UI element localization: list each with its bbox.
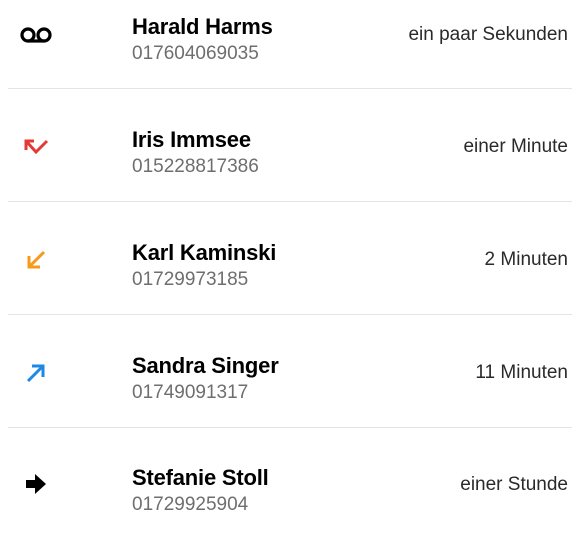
call-time: einer Stunde xyxy=(460,474,568,495)
contact-number: 01729973185 xyxy=(132,269,249,290)
call-time: 2 Minuten xyxy=(484,249,568,270)
contact-name: Stefanie Stoll xyxy=(132,465,269,490)
call-time: 11 Minuten xyxy=(475,362,568,383)
call-log-list: Harald Harms 017604069035 ein paar Sekun… xyxy=(0,0,580,518)
contact-number: 01729925904 xyxy=(132,494,249,515)
contact-number: 015228817386 xyxy=(132,156,259,177)
call-time: ein paar Sekunden xyxy=(408,24,568,45)
contact-number: 017604069035 xyxy=(132,43,259,64)
contact-number: 01749091317 xyxy=(132,382,249,403)
call-time: einer Minute xyxy=(463,136,568,157)
outgoing-call-icon xyxy=(20,357,52,389)
incoming-call-icon xyxy=(20,244,52,276)
contact-name: Iris Immsee xyxy=(132,127,251,152)
contact-name: Harald Harms xyxy=(132,14,273,39)
contact-name: Karl Kaminski xyxy=(132,240,277,265)
contact-name: Sandra Singer xyxy=(132,353,279,378)
call-log-row[interactable]: Sandra Singer 01749091317 11 Minuten xyxy=(0,315,580,428)
voicemail-icon xyxy=(20,19,52,51)
missed-call-icon xyxy=(20,131,52,163)
call-log-row[interactable]: Karl Kaminski 01729973185 2 Minuten xyxy=(0,202,580,315)
forwarded-call-icon xyxy=(20,468,52,500)
call-log-row[interactable]: Iris Immsee 015228817386 einer Minute xyxy=(0,89,580,202)
call-log-row[interactable]: Stefanie Stoll 01729925904 einer Stunde xyxy=(0,428,580,541)
